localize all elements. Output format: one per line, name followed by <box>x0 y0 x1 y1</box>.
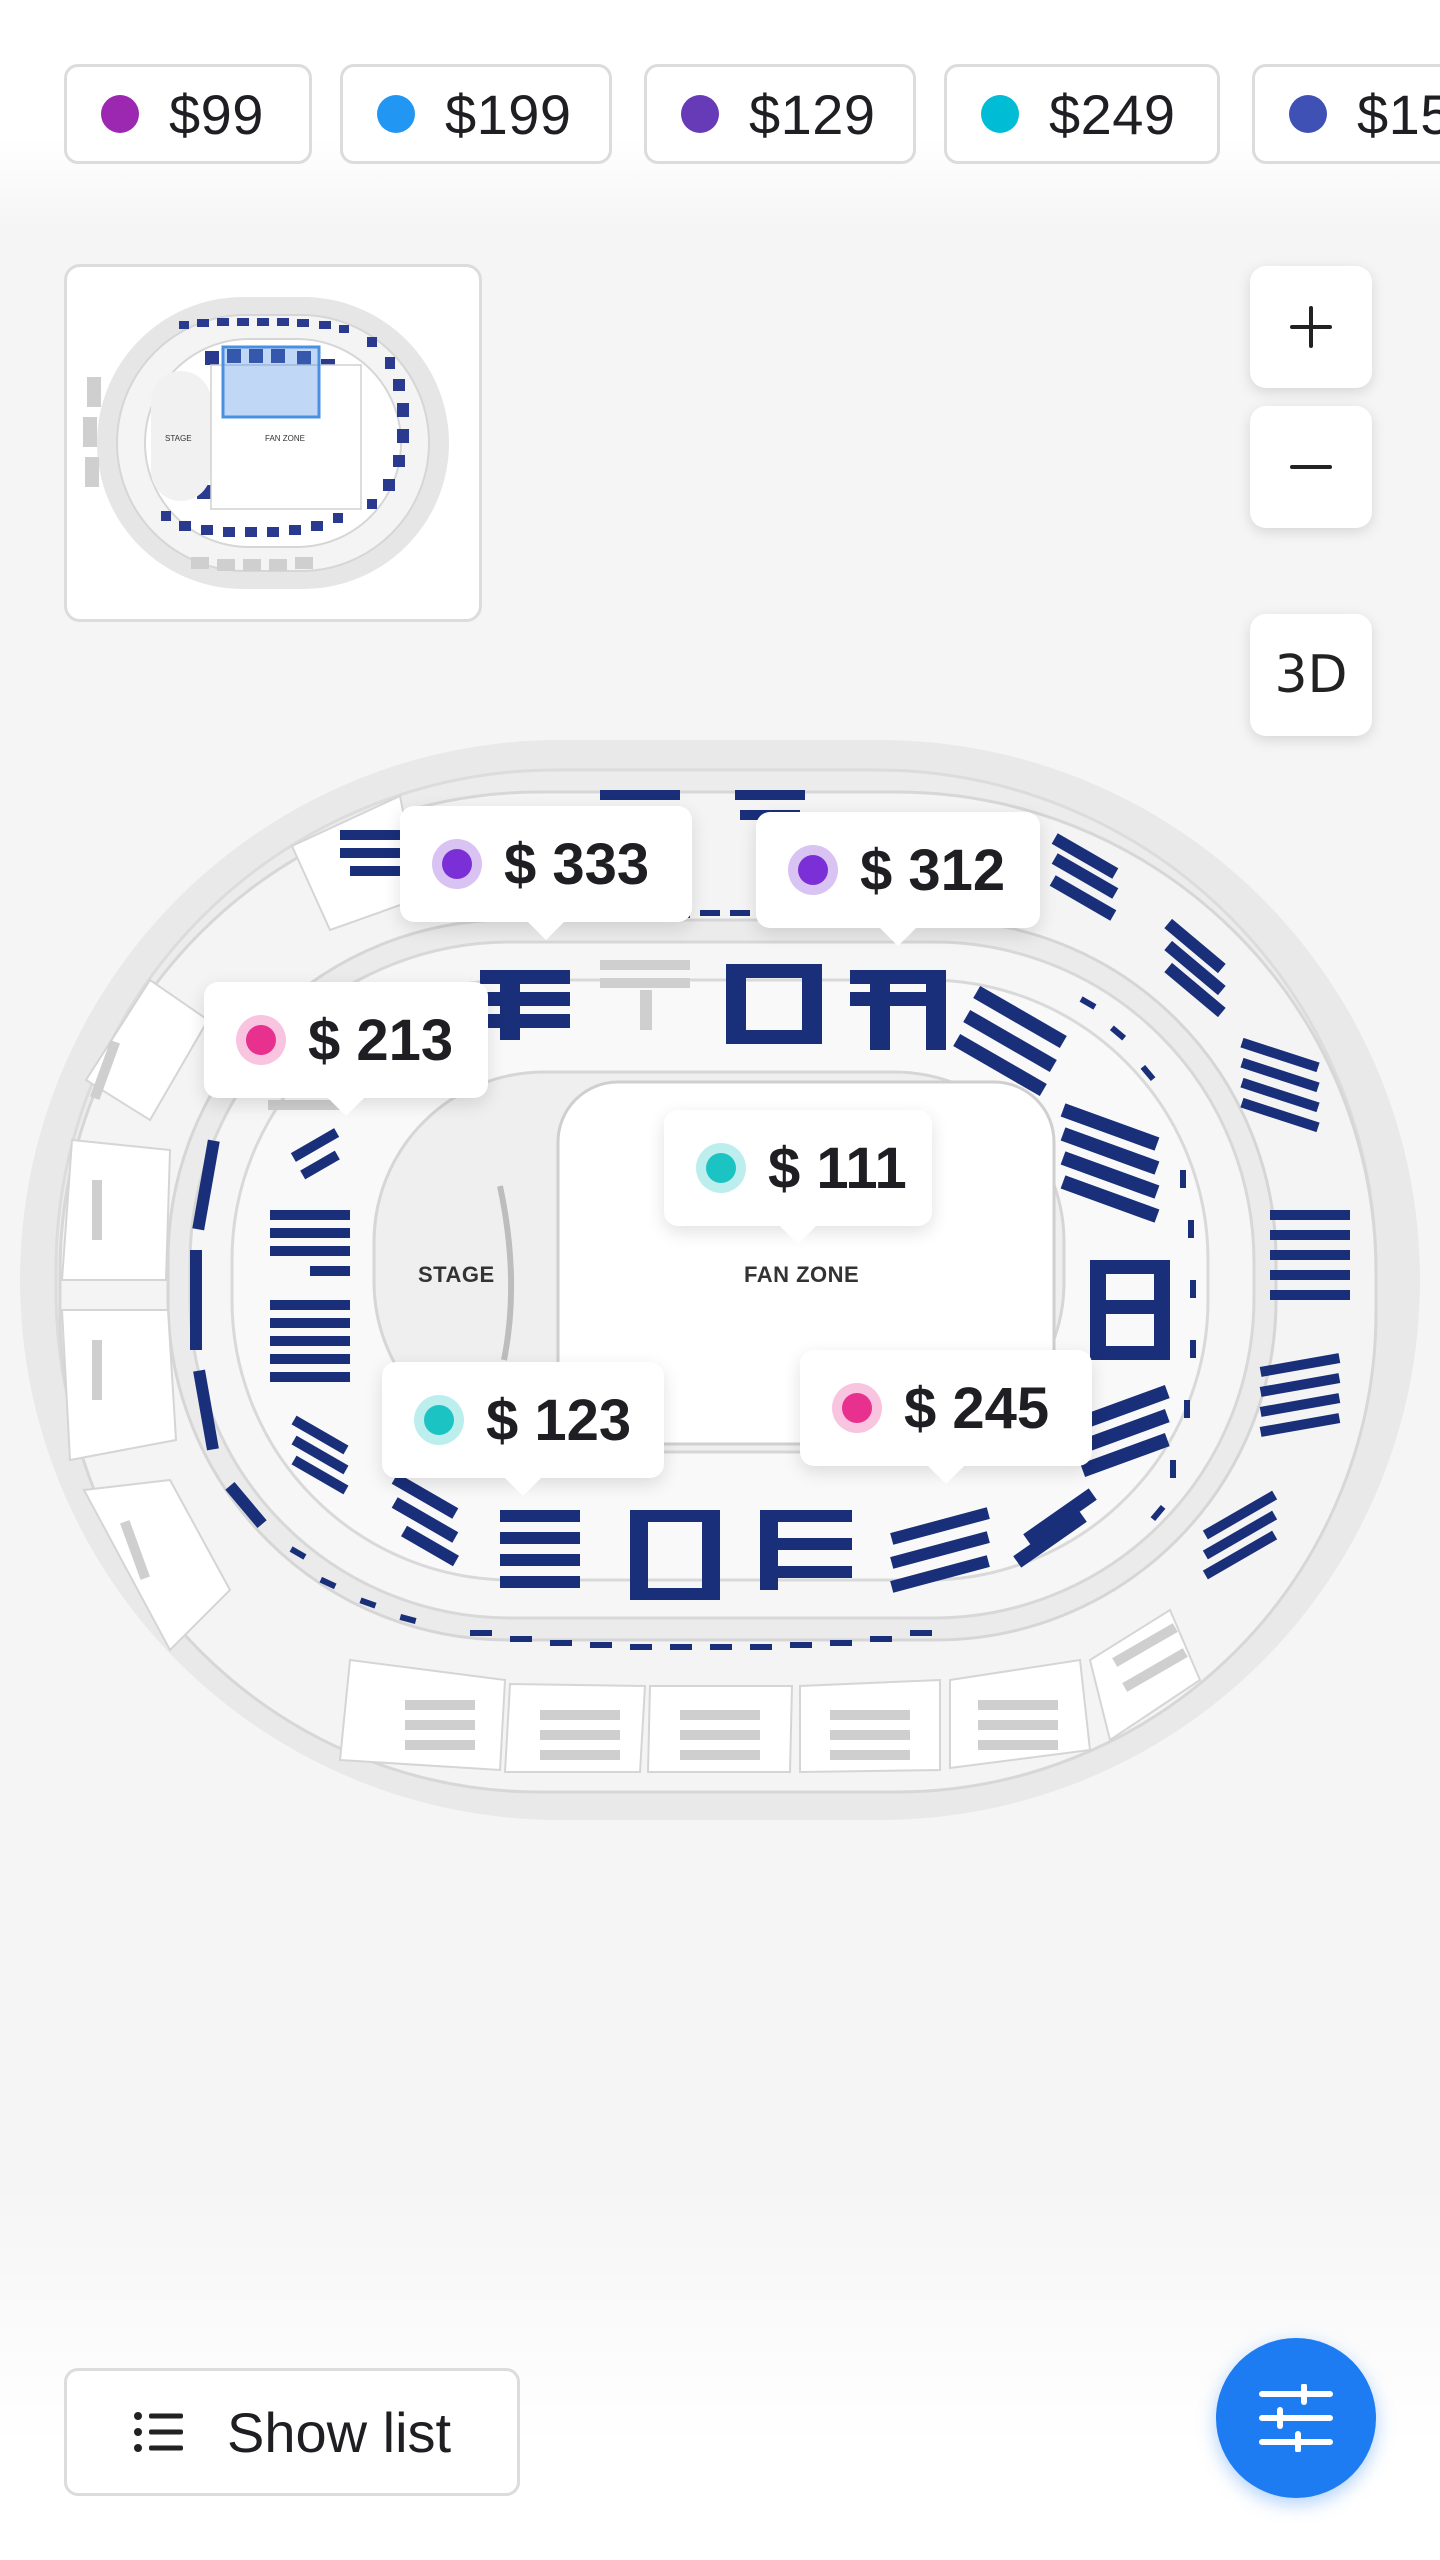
price-color-dot <box>788 845 838 895</box>
minimap-stage-label: STAGE <box>165 434 192 443</box>
venue-seat-map[interactable]: STAGE FAN ZONE $ 333 $ 312 $ 213 $ 111 $… <box>0 720 1440 1840</box>
minimap-fan-zone-label: FAN ZONE <box>265 434 305 443</box>
minimap-viewport-rect[interactable] <box>221 345 321 419</box>
price-filter-label: $159 <box>1357 82 1440 146</box>
zoom-in-button[interactable] <box>1250 266 1372 388</box>
plus-icon <box>1290 306 1332 348</box>
sliders-icon <box>1259 2384 1333 2452</box>
price-filter-label: $199 <box>445 82 572 146</box>
price-tag-label: $ 333 <box>504 831 650 897</box>
price-color-dot <box>377 95 415 133</box>
venue-drawing <box>20 740 1420 1820</box>
price-tag[interactable]: $ 333 <box>400 806 692 940</box>
price-tag-label: $ 111 <box>768 1135 907 1201</box>
venue-minimap[interactable]: STAGE FAN ZONE <box>64 264 482 622</box>
view-3d-label: 3D <box>1274 645 1348 705</box>
price-filter-chip[interactable]: $249 <box>944 64 1220 164</box>
price-color-dot <box>832 1383 882 1433</box>
filter-button[interactable] <box>1216 2338 1376 2498</box>
price-color-dot <box>1289 95 1327 133</box>
price-filter-chip[interactable]: $99 <box>64 64 312 164</box>
price-filter-chip[interactable]: $199 <box>340 64 612 164</box>
minus-icon <box>1290 465 1332 469</box>
stage-label: STAGE <box>418 1262 495 1287</box>
price-color-dot <box>696 1143 746 1193</box>
show-list-button[interactable]: Show list <box>64 2368 520 2496</box>
zoom-out-button[interactable] <box>1250 406 1372 528</box>
list-icon <box>134 2412 183 2452</box>
price-filter-label: $99 <box>169 82 264 146</box>
price-tag[interactable]: $ 245 <box>800 1350 1092 1484</box>
price-color-dot <box>236 1015 286 1065</box>
fan-zone-label: FAN ZONE <box>744 1262 860 1287</box>
price-filter-label: $249 <box>1049 82 1176 146</box>
price-tag[interactable]: $ 123 <box>382 1362 664 1496</box>
price-tag[interactable]: $ 111 <box>664 1110 932 1244</box>
view-3d-button[interactable]: 3D <box>1250 614 1372 736</box>
price-filter-chip[interactable]: $159 <box>1252 64 1440 164</box>
price-tag[interactable]: $ 312 <box>756 812 1040 946</box>
minimap-drawing: STAGE FAN ZONE <box>83 297 449 589</box>
price-color-dot <box>101 95 139 133</box>
price-color-dot <box>414 1395 464 1445</box>
price-filter-chip[interactable]: $129 <box>644 64 916 164</box>
price-tag[interactable]: $ 213 <box>204 982 488 1116</box>
price-tag-label: $ 245 <box>904 1375 1050 1441</box>
price-tag-label: $ 312 <box>860 837 1006 903</box>
price-tag-label: $ 123 <box>486 1387 632 1453</box>
price-tag-label: $ 213 <box>308 1007 454 1073</box>
price-color-dot <box>432 839 482 889</box>
show-list-label: Show list <box>227 2400 452 2464</box>
price-filter-label: $129 <box>749 82 876 146</box>
price-filter-bar[interactable]: $99 $199 $129 $249 $159 <box>64 64 1440 168</box>
price-color-dot <box>681 95 719 133</box>
price-color-dot <box>981 95 1019 133</box>
